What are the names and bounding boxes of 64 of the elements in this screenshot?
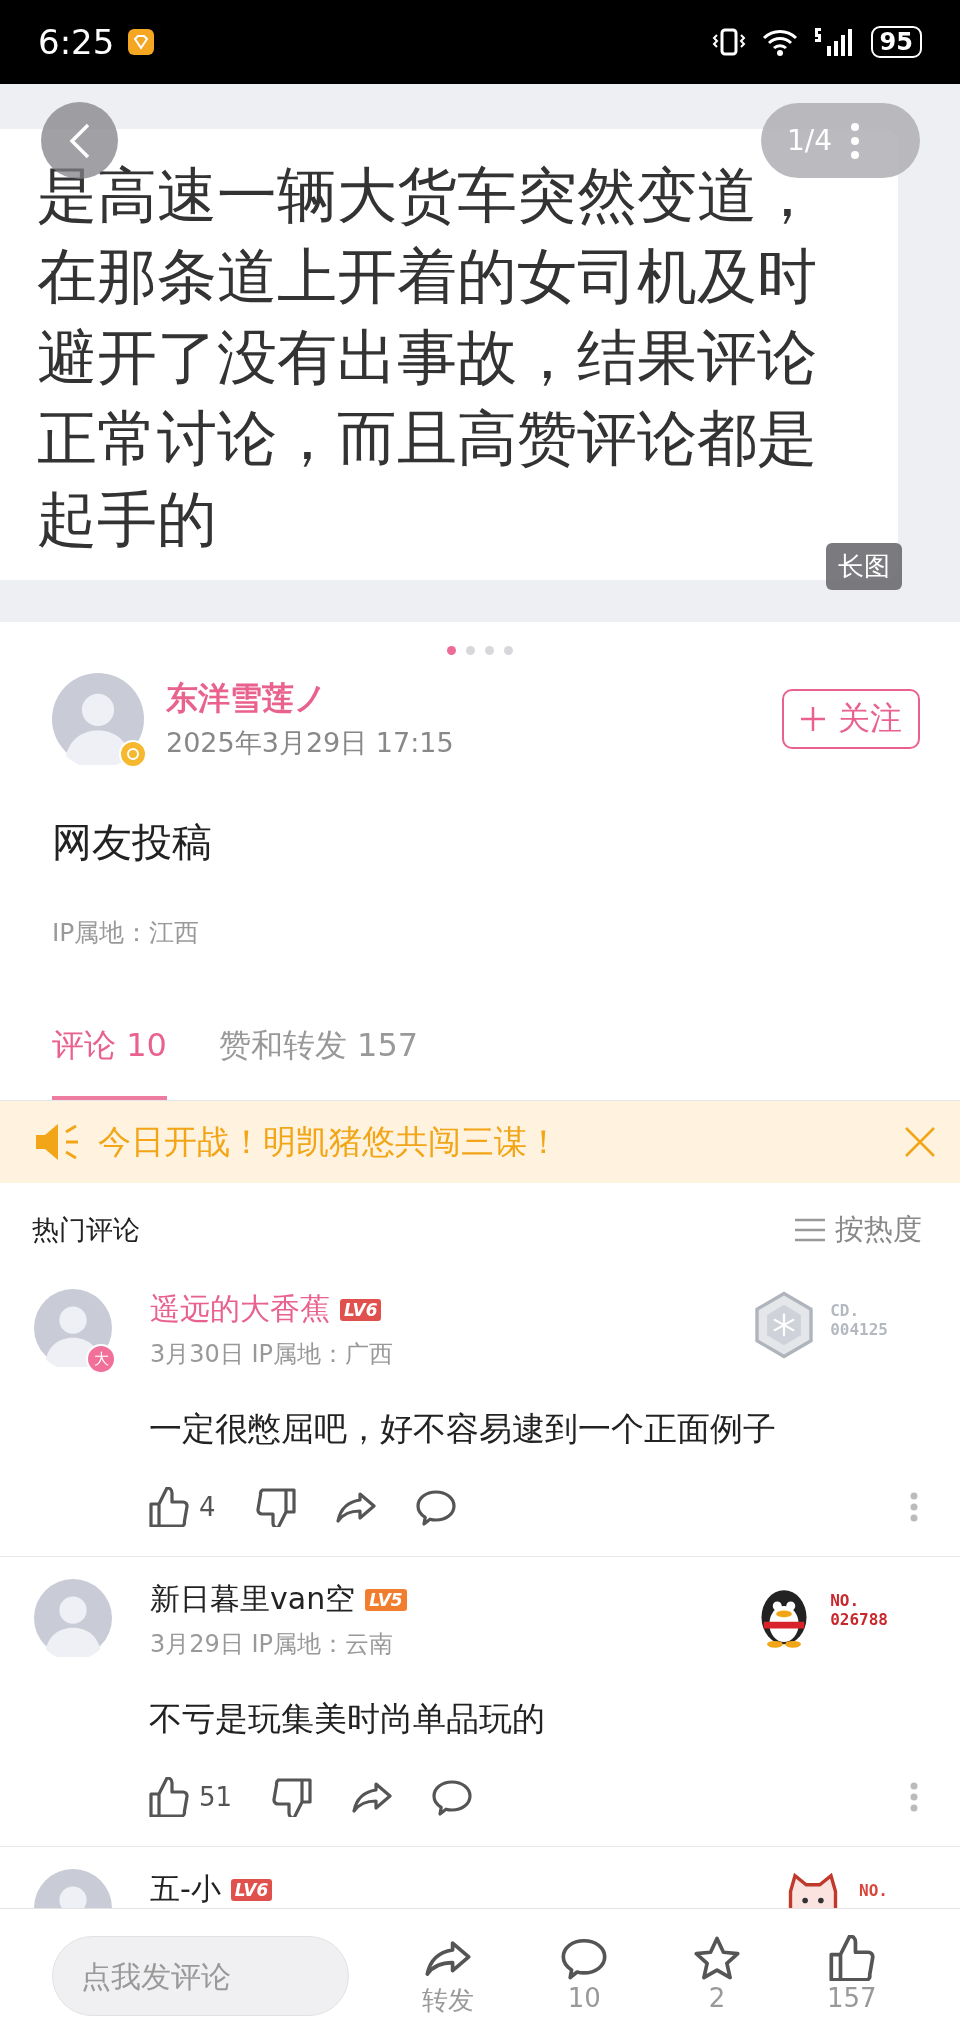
thumbs-up-icon[interactable] <box>149 1777 189 1817</box>
action-label: 转发 <box>422 1983 475 2017</box>
ip-location: IP属地：江西 <box>51 917 201 949</box>
avatar[interactable] <box>34 1289 112 1367</box>
long-image-label: 长图 <box>826 543 902 590</box>
banner-text[interactable]: 今日开战！明凯猪悠共闯三谋！ <box>98 1119 560 1165</box>
level-badge: LV6 <box>340 1298 382 1321</box>
fan-badge-label: NO. <box>859 1881 888 1900</box>
image-text-line: 起手的 <box>37 483 218 556</box>
vibrate-icon <box>710 27 747 57</box>
comment-text: 一定很憋屈吧，好不容易逮到一个正面例子 <box>149 1408 777 1450</box>
thumbs-down-icon[interactable] <box>272 1777 313 1817</box>
page-dot[interactable] <box>466 646 475 655</box>
plus-icon <box>800 706 826 732</box>
page-dot[interactable] <box>485 646 494 655</box>
wifi-icon <box>760 27 799 57</box>
clock: 6:25 <box>38 22 115 62</box>
page-dot[interactable] <box>504 646 513 655</box>
comment-meta: 3月30日 IP属地：广西 <box>150 1339 394 1370</box>
comment-text: 不亏是玩集美时尚单品玩的 <box>149 1698 546 1740</box>
like-count: 51 <box>199 1782 233 1812</box>
action-label: 10 <box>567 1982 601 2013</box>
fan-badge-label: NO. <box>830 1591 861 1610</box>
comment-input[interactable]: 点我发评论 <box>52 1936 349 2016</box>
section-title: 热门评论 <box>32 1213 140 1247</box>
image-text-line: 是高速一辆大货车突然变道， <box>37 159 818 232</box>
fan-badge-number: 026788 <box>830 1610 888 1629</box>
sort-button[interactable]: 按热度 <box>789 1209 928 1251</box>
battery-level: 95 <box>870 26 922 58</box>
page-counter: 1/4 <box>787 124 833 157</box>
hexagon-badge-icon <box>755 1291 813 1359</box>
thumbs-up-icon[interactable] <box>149 1487 189 1527</box>
thumbs-down-icon[interactable] <box>255 1487 296 1527</box>
action-label: 2 <box>708 1982 726 2013</box>
level-badge: LV6 <box>230 1878 273 1901</box>
follow-button[interactable]: 关注 <box>782 689 920 749</box>
thumbs-up-icon[interactable] <box>828 1934 875 1981</box>
comment-icon[interactable] <box>415 1487 456 1527</box>
post-date: 2025年3月29日 17:15 <box>166 726 454 760</box>
post-text: 网友投稿 <box>51 818 213 867</box>
commenter-name[interactable]: 遥远的大香蕉 <box>150 1289 330 1330</box>
avatar-badge: 大 <box>86 1344 116 1374</box>
verified-badge-icon <box>118 739 148 769</box>
back-icon <box>67 121 92 160</box>
like-count: 4 <box>199 1492 216 1522</box>
penguin-icon <box>761 1590 807 1648</box>
image-text-line: 在那条道上开着的女司机及时 <box>37 240 818 313</box>
commenter-name[interactable]: 新日暮里van空 <box>150 1579 356 1620</box>
cat-icon <box>788 1874 838 1908</box>
action-label: 157 <box>826 1982 877 2013</box>
commenter-name[interactable]: 五-小 <box>150 1869 221 1908</box>
image-text-line: 正常讨论，而且高赞评论都是 <box>37 402 818 475</box>
fan-badge-number: 004125 <box>830 1320 888 1339</box>
fan-badge-label: CD. <box>830 1301 861 1320</box>
menu-icon <box>795 1218 825 1242</box>
star-icon[interactable] <box>694 1934 741 1981</box>
comment-icon[interactable] <box>432 1777 473 1817</box>
tab[interactable]: 赞和转发 157 <box>218 1024 419 1100</box>
page-dot[interactable] <box>447 646 456 655</box>
image-text-line: 避开了没有出事故，结果评论 <box>37 321 818 394</box>
app-notification-icon <box>128 29 155 55</box>
comment-meta: 3月29日 IP属地：云南 <box>150 1629 394 1660</box>
author-name[interactable]: 东洋雪莲ノ <box>166 677 454 721</box>
level-badge: LV5 <box>365 1588 407 1611</box>
